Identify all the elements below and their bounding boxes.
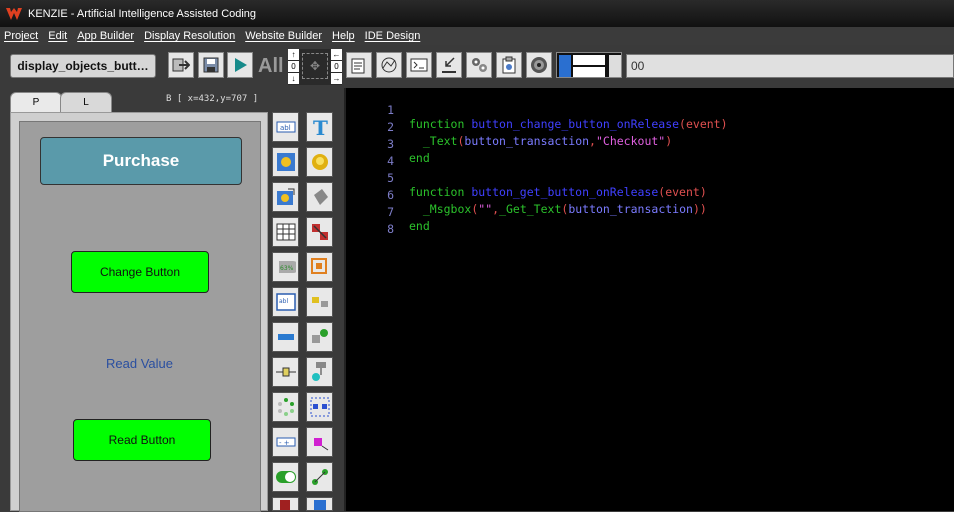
arrow-up-icon[interactable]: ↑ (288, 49, 299, 60)
import-icon (442, 57, 456, 73)
menu-help[interactable]: Help (332, 30, 355, 42)
chart-button[interactable] (376, 52, 402, 78)
connect-icon[interactable] (306, 322, 333, 352)
zero-y-label: 0 (331, 61, 342, 72)
save-button[interactable] (198, 52, 224, 78)
spinner-icon[interactable] (272, 392, 299, 422)
svg-text:abl: abl (280, 124, 291, 132)
code-line: 3 end (346, 123, 954, 165)
exit-icon (172, 58, 190, 72)
run-button[interactable] (227, 52, 253, 78)
animated-image-icon[interactable] (272, 182, 299, 212)
designer-panel: P L B [ x=432,y=707 ] Purchase Change Bu… (0, 88, 344, 512)
zero-x-label: 0 (288, 61, 299, 72)
misc-icon-2[interactable] (306, 497, 333, 511)
all-label[interactable]: All (258, 55, 284, 78)
menu-bar: Project Edit App Builder Display Resolut… (0, 27, 954, 45)
menu-project[interactable]: Project (4, 30, 38, 42)
code-line: 8 (346, 208, 954, 236)
code-editor[interactable]: 1 function button_change_button_onReleas… (346, 88, 954, 511)
code-line: 5 function button_get_button_onRelease(e… (346, 157, 954, 199)
window-title: KENZIE - Artificial Intelligence Assiste… (28, 7, 257, 20)
terminal-icon (410, 58, 428, 72)
audio-icon (531, 57, 547, 73)
svg-text:- +: - + (279, 439, 290, 447)
group-icon[interactable] (306, 357, 333, 387)
clipboard-icon (502, 56, 516, 74)
arrow-down-icon[interactable]: ↓ (288, 73, 299, 84)
code-line: 4 (346, 140, 954, 168)
align-icon[interactable] (306, 287, 333, 317)
delete-object-icon[interactable] (306, 217, 333, 247)
move-icon[interactable]: ✥ (302, 53, 328, 79)
import-button[interactable] (436, 52, 462, 78)
code-line: 1 function button_change_button_onReleas… (346, 89, 954, 131)
read-value-label[interactable]: Read Value (106, 356, 173, 371)
title-bar: KENZIE - Artificial Intelligence Assiste… (0, 0, 954, 27)
tab-layers[interactable]: L (60, 92, 112, 112)
menu-website-builder[interactable]: Website Builder (245, 30, 322, 42)
text-tool-icon[interactable]: T (306, 112, 333, 142)
settings-gears-icon (472, 58, 487, 72)
kenzie-logo-icon (6, 7, 22, 20)
progress-icon[interactable]: 63% (272, 252, 299, 282)
code-line: 7 end (346, 191, 954, 233)
slider-icon[interactable] (272, 322, 299, 352)
scrollbar-icon[interactable] (272, 357, 299, 387)
read-button[interactable]: Read Button (73, 419, 211, 461)
arrow-left-icon[interactable]: ← (331, 49, 342, 60)
svg-text:T: T (313, 116, 328, 138)
text-label-icon[interactable]: abl (272, 112, 299, 142)
image-icon[interactable] (272, 147, 299, 177)
menu-edit[interactable]: Edit (48, 30, 67, 42)
settings-button[interactable] (466, 52, 492, 78)
line-number: 8 (387, 222, 394, 236)
svg-text:63%: 63% (280, 265, 294, 272)
stepper-icon[interactable]: - + (272, 427, 299, 457)
svg-text:abl: abl (279, 298, 288, 305)
menu-display-resolution[interactable]: Display Resolution (144, 30, 235, 42)
table-icon[interactable] (272, 217, 299, 247)
align-left-icon[interactable] (573, 67, 605, 77)
object-palette: abl T 63% abl - + (270, 108, 340, 511)
resize-icon[interactable] (306, 252, 333, 282)
chart-icon (381, 57, 397, 73)
properties-icon (351, 58, 365, 74)
misc-icon-1[interactable] (272, 497, 299, 511)
exit-button[interactable] (168, 52, 194, 78)
code-line: 2 _Text(button_transaction,"Checkout") (346, 106, 954, 148)
shape-icon[interactable] (306, 182, 333, 212)
purchase-label[interactable]: Purchase (40, 137, 242, 185)
terminal-button[interactable] (406, 52, 432, 78)
menu-app-builder[interactable]: App Builder (77, 30, 134, 42)
textbox-icon[interactable]: abl (272, 287, 299, 317)
change-button[interactable]: Change Button (71, 251, 209, 293)
clipboard-button[interactable] (496, 52, 522, 78)
path-icon[interactable] (306, 462, 333, 492)
align-right-icon[interactable] (573, 55, 605, 65)
design-canvas[interactable]: Purchase Change Button Read Value Read B… (19, 121, 261, 512)
file-tab[interactable]: display_objects_butt… (10, 54, 156, 78)
toolbar: display_objects_butt… All ↑ 0 ↓ ✥ ← 0 → (0, 45, 954, 88)
run-icon (235, 58, 247, 72)
align-controls[interactable] (556, 52, 622, 78)
move-controls[interactable]: ↑ 0 ↓ ✥ ← 0 → (288, 49, 342, 85)
toggle-icon[interactable] (272, 462, 299, 492)
code-line: 6 _Msgbox("",_Get_Text(button_transactio… (346, 174, 954, 216)
align-down-icon[interactable] (609, 55, 621, 77)
cursor-coordinates: B [ x=432,y=707 ] (166, 94, 259, 104)
align-up-icon[interactable] (559, 55, 571, 77)
position-input[interactable]: 00 (626, 54, 954, 78)
layout-icon[interactable] (306, 392, 333, 422)
tab-properties[interactable]: P (10, 92, 62, 112)
canvas-frame: Purchase Change Button Read Value Read B… (10, 112, 268, 512)
audio-button[interactable] (526, 52, 552, 78)
arrow-right-icon[interactable]: → (331, 73, 342, 84)
menu-ide-design[interactable]: IDE Design (365, 30, 421, 42)
properties-button[interactable] (346, 52, 372, 78)
button-icon[interactable] (306, 147, 333, 177)
save-icon (203, 57, 219, 73)
link-icon[interactable] (306, 427, 333, 457)
